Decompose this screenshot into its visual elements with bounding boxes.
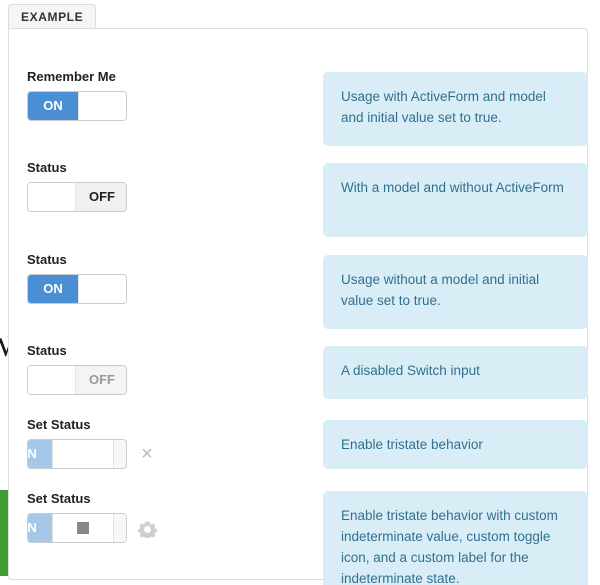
- switch-indeterminate[interactable]: ON OFF: [27, 513, 127, 543]
- switch-off-disabled: ONOFF: [27, 365, 127, 395]
- field-label: Set Status: [27, 491, 91, 506]
- switch-off[interactable]: ONOFF: [27, 182, 127, 212]
- switch-row-content: Remember Me ON OFF: [27, 69, 307, 121]
- close-x-icon[interactable]: ×: [137, 444, 157, 464]
- switch-off-label: OFF: [76, 183, 126, 211]
- switch-row-content: Status ON OFF: [27, 252, 307, 304]
- switch-track: ON OFF: [28, 92, 127, 120]
- switch-on[interactable]: ON OFF: [27, 274, 127, 304]
- switch-track: ON OFF: [28, 275, 127, 303]
- field-label: Status: [27, 252, 67, 267]
- switch-off-label: OFF: [126, 275, 127, 303]
- switch-handle: [28, 366, 76, 394]
- switch-off-label: OFF: [126, 92, 127, 120]
- switch-handle[interactable]: [28, 183, 76, 211]
- switch-line: ON OFF ×: [27, 439, 307, 469]
- callout-description: Enable tristate behavior with custom ind…: [323, 491, 588, 585]
- field-label: Remember Me: [27, 69, 116, 84]
- switch-handle[interactable]: [52, 514, 114, 542]
- switch-track: ON OFF: [28, 514, 126, 542]
- switch-row-content: Set Status ON OFF: [27, 491, 307, 543]
- switch-line: ON OFF: [27, 274, 307, 304]
- callout-description: A disabled Switch input: [323, 346, 588, 399]
- switch-line: ON OFF: [27, 91, 307, 121]
- switch-on[interactable]: ON OFF: [27, 91, 127, 121]
- gear-icon[interactable]: [137, 518, 157, 538]
- callout-description: Usage without a model and initial value …: [323, 255, 588, 329]
- switch-on-label: ON: [28, 440, 52, 468]
- switch-off-label: OFF: [76, 366, 126, 394]
- switch-row-content: Status ONOFF: [27, 343, 307, 395]
- tab-example[interactable]: EXAMPLE: [8, 4, 97, 29]
- switch-handle[interactable]: [78, 275, 126, 303]
- switch-on-label: ON: [28, 275, 78, 303]
- switch-on-label: ON: [28, 514, 52, 542]
- switch-off-label: OFF: [114, 440, 126, 468]
- switch-track: ONOFF: [28, 183, 126, 211]
- switch-indeterminate[interactable]: ON OFF: [27, 439, 127, 469]
- switch-row-content: Set Status ON OFF ×: [27, 417, 307, 469]
- switch-line: ON OFF: [27, 513, 307, 543]
- callout-description: Enable tristate behavior: [323, 420, 588, 469]
- tab-strip: EXAMPLE: [8, 4, 592, 29]
- square-icon: [77, 522, 89, 534]
- switch-line: ONOFF: [27, 365, 307, 395]
- switch-line: ONOFF: [27, 182, 307, 212]
- switch-off-label: OFF: [114, 514, 126, 542]
- switch-row-content: Status ONOFF: [27, 160, 307, 212]
- field-label: Set Status: [27, 417, 91, 432]
- field-label: Status: [27, 160, 67, 175]
- switch-handle[interactable]: [78, 92, 126, 120]
- callout-description: Usage with ActiveForm and model and init…: [323, 72, 588, 146]
- field-label: Status: [27, 343, 67, 358]
- switch-on-label: ON: [28, 92, 78, 120]
- screenshot-root: W n [ EXAMPLE Remember MeONOFFStatusONOF…: [0, 0, 600, 585]
- switch-track: ONOFF: [28, 366, 126, 394]
- example-panel: Remember Me ON OFF Status ON OFF Status ON OFF St…: [8, 28, 588, 585]
- switch-handle[interactable]: [52, 440, 114, 468]
- callout-description: With a model and without ActiveForm: [323, 163, 588, 237]
- switch-track: ON OFF: [28, 440, 126, 468]
